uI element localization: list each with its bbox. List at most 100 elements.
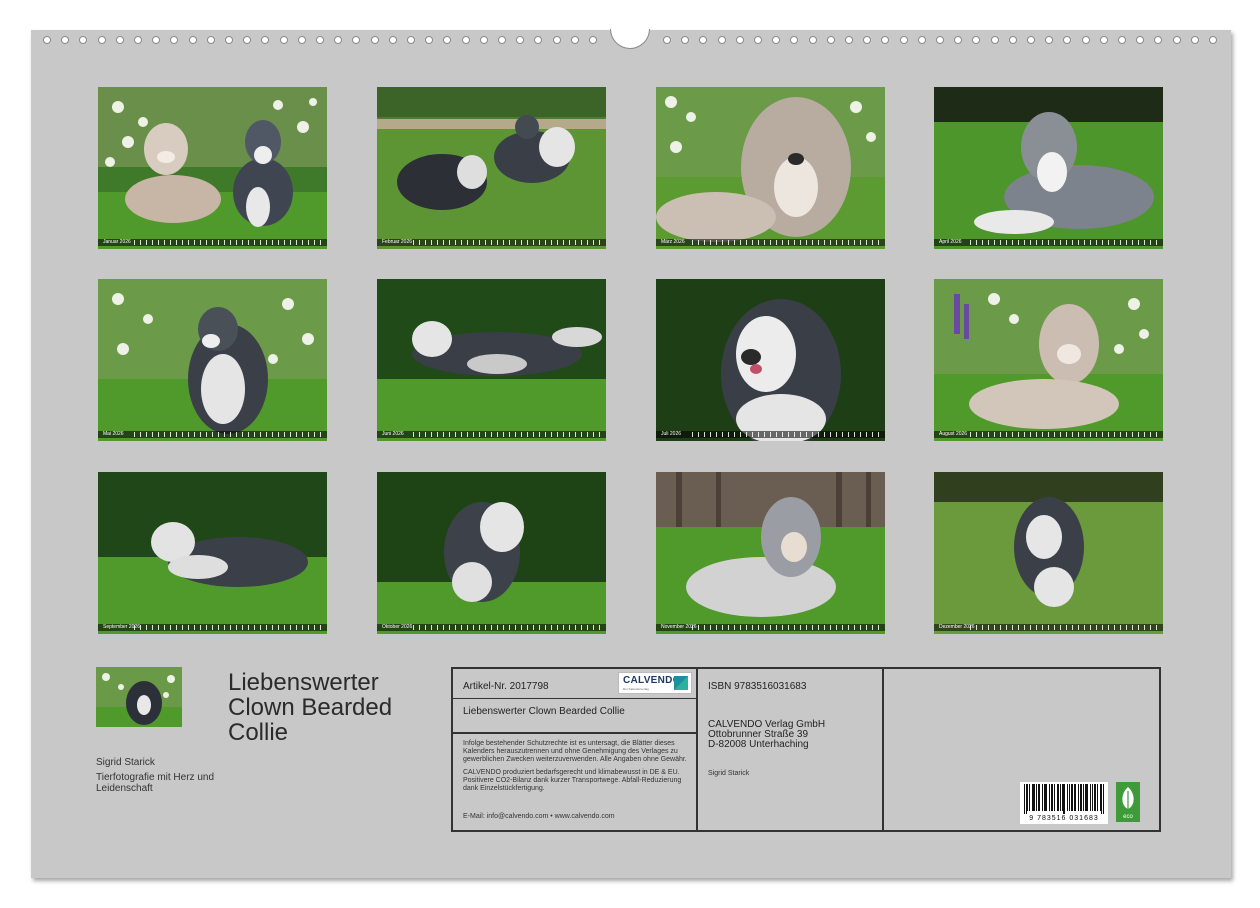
binding-hole [352,36,361,44]
binding-hole [370,36,379,44]
binding-hole [552,36,561,44]
barcode-bars [1024,784,1104,814]
photographer-name: Sigrid Starick [708,770,750,777]
binding-hole [1172,36,1181,44]
binding-hole [1190,36,1199,44]
binding-hole [936,36,944,44]
contact-line: E-Mail: info@calvendo.com • www.calvendo… [463,813,615,820]
dog-photo-august [934,279,1163,441]
dog-photo-oktober [377,472,606,634]
article-row: Artikel-Nr. 2017798 CALVENDO Der Kalende… [453,669,696,699]
month-photo-mai: Mai 2026 [98,279,327,441]
info-column-barcode: 9 783516 031683 eco [884,669,1159,830]
day-ticks [970,432,1159,437]
dog-photo-november [656,472,885,634]
month-name: April 2026 [939,239,962,245]
month-photo-juli: Juli 2026 [656,279,885,441]
publisher-city: D-82008 Unterhaching [708,739,809,750]
info-column-article: Artikel-Nr. 2017798 CALVENDO Der Kalende… [453,669,698,830]
binding-hole [754,36,762,44]
binding-hole [808,36,817,44]
dog-photo-mai [98,279,327,441]
cover-thumbnail [96,667,182,727]
month-strip: Februar 2026 [377,239,606,246]
day-ticks [692,625,881,630]
info-column-publisher: ISBN 9783516031683 CALVENDO Verlag GmbH … [698,669,884,830]
month-name: März 2026 [661,239,685,245]
month-photo-juni: Juni 2026 [377,279,606,441]
binding-hole [1027,36,1035,44]
binding-hole [1008,36,1017,44]
month-name: Juli 2026 [661,431,682,437]
article-number: Artikel-Nr. 2017798 [463,681,549,692]
title-row: Liebenswerter Clown Bearded Collie [453,698,696,734]
binding-hole [917,36,926,44]
month-name: Januar 2026 [103,239,131,245]
binding-hole [717,36,726,44]
month-strip: Mai 2026 [98,431,327,438]
binding-hole [225,36,233,44]
calendar-title-small: Liebenswerter Clown Bearded Collie [463,706,625,717]
binding-hole [407,36,415,44]
dog-photo-januar [98,87,327,249]
binding-hole [115,36,124,44]
month-photo-november: November 2026 [656,472,885,634]
logo-subtitle: Der Kalenderverlag [623,687,649,691]
month-strip: November 2026 [656,624,885,631]
day-ticks [970,240,1159,245]
publisher-address: CALVENDO Verlag GmbH Ottobrunner Straße … [708,720,825,750]
month-strip: August 2026 [934,431,1163,438]
legal-paragraph-1: Infolge bestehender Schutzrechte ist es … [463,740,687,763]
binding-hole [152,36,161,44]
dog-photo-juli [656,279,885,441]
calvendo-logo-icon: CALVENDO Der Kalenderverlag [618,672,692,694]
binding-hole [570,36,579,44]
month-strip: März 2026 [656,239,885,246]
month-name: Februar 2026 [382,239,413,245]
month-strip: April 2026 [934,239,1163,246]
binding-hole [134,36,142,44]
binding-hole [461,36,470,44]
binding-hole [43,36,51,44]
month-name: Juni 2026 [382,431,404,437]
barcode-icon: 9 783516 031683 [1020,782,1108,824]
logo-mark-icon [674,676,688,690]
binding-hole [790,36,799,44]
month-name: Oktober 2026 [382,624,413,630]
dog-photo-dezember [934,472,1163,634]
binding-hole [516,36,525,44]
binding-hole [881,36,890,44]
day-ticks [692,240,881,245]
eco-leaf-icon: eco [1116,782,1140,822]
binding-hole [188,36,197,44]
dog-photo-april [934,87,1163,249]
day-ticks [970,625,1159,630]
binding-hole [1081,36,1090,44]
publisher-info-box: Artikel-Nr. 2017798 CALVENDO Der Kalende… [451,667,1161,832]
binding-hole [1045,36,1054,44]
month-strip: Dezember 2026 [934,624,1163,631]
cover-dog-image [96,667,182,727]
binding-hole [425,36,434,44]
month-strip: Juli 2026 [656,431,885,438]
day-ticks [413,432,602,437]
binding-hole [1209,36,1217,44]
binding-hole [899,36,908,44]
binding-hole [826,36,835,44]
day-ticks [134,625,323,630]
binding-hole [863,36,872,44]
binding-hole [334,36,343,44]
binding-hole [681,36,690,44]
title-line-2: Clown Bearded [228,694,393,721]
author-tagline: Tierfotografie mit Herz und Leidenschaft [96,772,215,794]
day-ticks [413,625,602,630]
binding-hole [845,36,853,44]
binding-hole [443,36,452,44]
logo-text: CALVENDO [623,675,681,686]
binding-hole [990,36,999,44]
binding-hole [498,36,506,44]
binding-hole [79,36,88,44]
barcode-number: 9 783516 031683 [1029,815,1099,822]
calendar-backsheet: Januar 2026 Februar 2026 März 2026 April… [31,29,1231,878]
binding-hole [170,36,179,44]
